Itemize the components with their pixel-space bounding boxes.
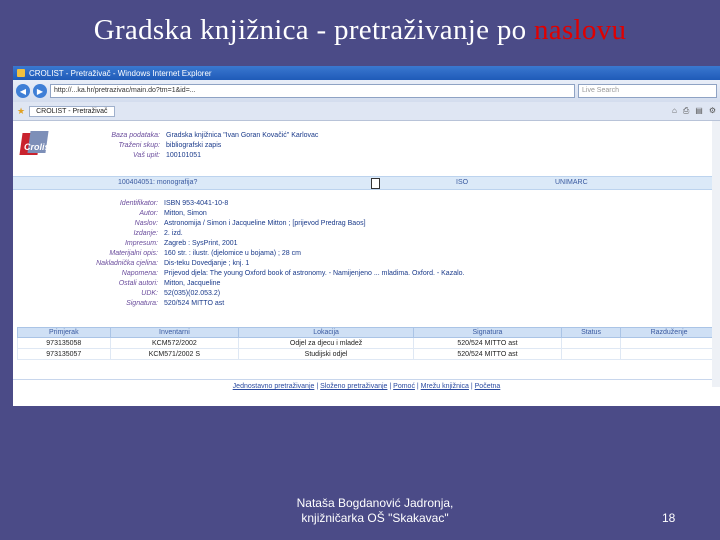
table-cell: Studijski odjel [238, 348, 414, 360]
field-row: Ostali autori: Mitton, Jacqueline [68, 279, 568, 289]
slide-title: Gradska knjižnica - pretraživanje po nas… [93, 14, 627, 46]
table-cell: Odjel za djecu i mladež [238, 337, 414, 349]
table-cell: KCM572/2002 [109, 337, 240, 349]
field-row: Vaš upit: 100101051 [68, 151, 328, 161]
footer-link[interactable]: Početna [475, 383, 501, 390]
field-value: 100101051 [166, 152, 202, 159]
field-label: Vaš upit: [133, 152, 160, 159]
table-cell: 973135058 [17, 337, 111, 349]
address-toolbar: ◀ ▶ http://...ka.hr/pretrazivac/main.do?… [13, 80, 720, 102]
field-label: Naslov: [134, 220, 158, 227]
table-row: 973135057 KCM571/2002 S Studijski odjel 520… [17, 348, 718, 360]
record-header: 100404051: monografija? ISO UNIMARC [13, 176, 720, 190]
command-bar: ⌂ ⎙ ▤ ⚙ [672, 106, 716, 116]
field-label: Traženi skup: [118, 142, 161, 149]
page-icon[interactable]: ▤ [695, 106, 703, 116]
column-header: Razduženje [620, 327, 718, 338]
field-value: 52(035)(02.053.2) [164, 290, 221, 297]
search-input[interactable]: Live Search [578, 84, 717, 98]
footer-link[interactable]: Jednostavno pretraživanje [233, 383, 315, 390]
column-header: Status [560, 327, 622, 338]
address-input[interactable]: http://...ka.hr/pretrazivac/main.do?tm=1… [50, 84, 575, 98]
field-label: Nakladnička cjelina: [96, 260, 158, 267]
iso-link[interactable]: ISO [456, 177, 468, 189]
field-row: Traženi skup: bibliografski zapis [68, 141, 328, 151]
field-row: Signatura: 520/524 MITTO ast [68, 299, 568, 309]
column-header: Signatura [412, 327, 562, 338]
field-row: Naslov: Astronomija / Simon i Jacqueline … [68, 219, 568, 229]
field-label: Materijalni opis: [109, 250, 158, 257]
table-cell: 520/524 MITTO ast [412, 348, 562, 360]
field-value: 2. izd. [164, 230, 183, 237]
field-row: Autor: Mitton, Simon [68, 209, 568, 219]
field-row: Materijalni opis: 160 str. : ilustr. (dje… [68, 249, 568, 259]
field-value: Mitton, Jacqueline [164, 280, 221, 287]
field-row: UDK: 52(035)(02.053.2) [68, 289, 568, 299]
field-label: Autor: [139, 210, 158, 217]
table-row: 973135058 KCM572/2002 Odjel za djecu i mla… [17, 337, 718, 349]
field-label: Ostali autori: [118, 280, 158, 287]
field-row: Baza podataka: Gradska knjižnica "Ivan Go… [68, 131, 328, 141]
field-value: Astronomija / Simon i Jacqueline Mitton … [164, 220, 366, 227]
record-id-link[interactable]: 100404051: monografija? [118, 177, 197, 189]
footer-link[interactable]: Mrežu knjižnica [421, 383, 469, 390]
field-row: Izdanje: 2. izd. [68, 229, 568, 239]
table-cell [560, 348, 622, 360]
field-row: Identifikator: ISBN 953-4041-10-8 [68, 199, 568, 209]
field-label: Identifikator: [119, 200, 158, 207]
table-cell: KCM571/2002 S [109, 348, 240, 360]
column-header: Primjerak [17, 327, 111, 338]
footer-link[interactable]: Pomoć [393, 383, 415, 390]
footer-link[interactable]: Složeno pretraživanje [320, 383, 387, 390]
column-header: Inventarni [109, 327, 240, 338]
scrollbar[interactable] [712, 121, 720, 387]
field-label: Signatura: [126, 300, 158, 307]
field-row: Nakladnička cjelina: Dis-teku Dovedjanje … [68, 259, 568, 269]
favorites-star-icon[interactable]: ★ [17, 106, 25, 117]
column-header: Lokacija [238, 327, 414, 338]
field-row: Napomena: Prijevod djela: The young Oxfor… [68, 269, 568, 279]
table-cell: 520/524 MITTO ast [412, 337, 562, 349]
back-arrow-icon[interactable]: ◀ [16, 84, 30, 98]
holdings-table: Primjerak Inventarni Lokacija Signatura Stat… [17, 327, 718, 360]
field-value: 520/524 MITTO ast [164, 300, 225, 307]
tab-crolist[interactable]: CROLIST - Pretraživač [29, 105, 115, 117]
tools-icon[interactable]: ⚙ [709, 106, 716, 116]
field-value: Prijevod djela: The young Oxford book of… [164, 270, 465, 277]
field-value: bibliografski zapis [166, 142, 222, 149]
table-cell: 973135057 [17, 348, 111, 360]
print-icon[interactable]: ⎙ [683, 106, 689, 116]
browser-screenshot: CROLIST - Pretraživač - Windows Internet… [13, 66, 720, 406]
field-label: Impresum: [124, 240, 158, 247]
window-titlebar: CROLIST - Pretraživač - Windows Internet… [13, 66, 720, 80]
crolist-logo: Crolist [19, 131, 67, 161]
field-value: Gradska knjižnica "Ivan Goran Kovačić" K… [166, 132, 319, 139]
field-value: Zagreb : SysPrint, 2001 [164, 240, 238, 247]
page-content: Crolist Baza podataka: Gradska knjižnica … [13, 121, 720, 390]
slide-number: 18 [662, 511, 676, 525]
unimarc-link[interactable]: UNIMARC [555, 177, 588, 189]
tab-bar: ★ CROLIST - Pretraživač ⌂ ⎙ ▤ ⚙ [13, 102, 720, 121]
table-cell [560, 337, 622, 349]
table-cell [620, 348, 718, 360]
window-title: CROLIST - Pretraživač - Windows Internet… [29, 68, 212, 78]
document-icon[interactable] [371, 178, 380, 189]
slide-author: Nataša Bogdanović Jadronja, knjižničarka… [296, 496, 454, 525]
home-icon[interactable]: ⌂ [672, 106, 677, 116]
field-value: Mitton, Simon [164, 210, 207, 217]
field-row: Impresum: Zagreb : SysPrint, 2001 [68, 239, 568, 249]
field-label: Napomena: [121, 270, 158, 277]
field-label: Baza podataka: [111, 132, 160, 139]
field-value: 160 str. : ilustr. (djelomice u bojama) … [164, 250, 301, 257]
field-label: Izdanje: [133, 230, 158, 237]
field-value: Dis-teku Dovedjanje ; knj. 1 [164, 260, 250, 267]
query-info: Baza podataka: Gradska knjižnica "Ivan Go… [68, 131, 328, 161]
footer-links: Jednostavno pretraživanje | Složeno pret… [13, 379, 720, 390]
table-cell [620, 337, 718, 349]
forward-arrow-icon[interactable]: ▶ [33, 84, 47, 98]
ie-icon [17, 69, 25, 77]
record-details: Identifikator: ISBN 953-4041-10-8 Autor: Mi… [68, 199, 568, 309]
field-value: ISBN 953-4041-10-8 [164, 200, 229, 207]
field-label: UDK: [141, 290, 158, 297]
